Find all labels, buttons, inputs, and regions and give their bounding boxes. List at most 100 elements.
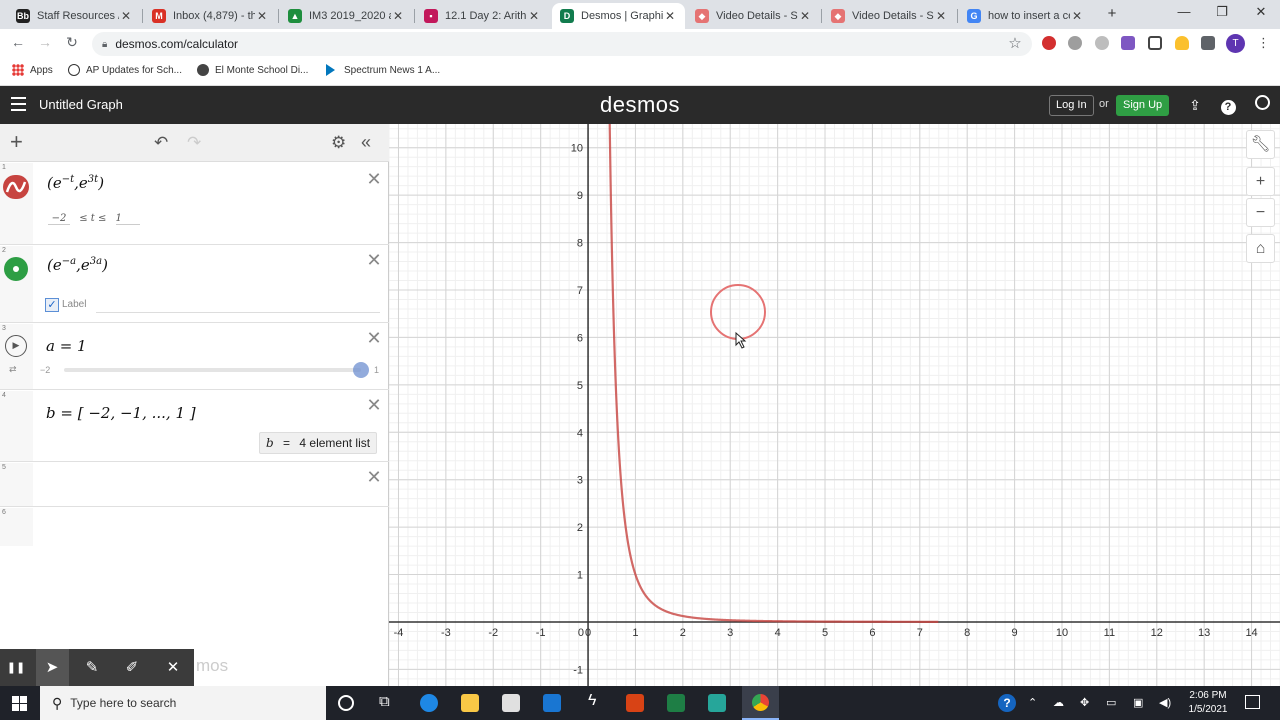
browser-tab[interactable]: Ghow to insert a cel ✕ <box>959 3 1092 29</box>
expression-1-math[interactable]: (e−t,e3t) <box>47 174 104 192</box>
expression-row-2[interactable]: 2 (e−a,e3a) ✓ Label ✕ <box>0 246 389 323</box>
point-style-icon[interactable] <box>4 257 28 281</box>
reload-icon[interactable]: ↻ <box>62 34 82 54</box>
mail-icon[interactable] <box>543 694 561 712</box>
back-icon[interactable]: ← <box>8 34 28 54</box>
bookmark-star-icon[interactable]: ☆ <box>1005 34 1025 54</box>
list-expression[interactable]: b = [ −2, −1, ..., 1 ] <box>46 404 196 422</box>
undo-icon[interactable]: ↶ <box>154 133 168 153</box>
recorder-close-icon[interactable]: ✕ <box>163 658 183 678</box>
address-bar[interactable]: 🔒︎ desmos.com/calculator <box>92 32 1032 56</box>
forward-icon[interactable]: → <box>35 34 55 54</box>
add-item-icon[interactable]: + <box>10 131 23 153</box>
recorder-pause-icon[interactable]: ❚❚ <box>6 658 26 678</box>
expression-row-6[interactable]: 6 <box>0 508 389 546</box>
login-button[interactable]: Log In <box>1049 95 1094 116</box>
new-tab-button[interactable]: + <box>1104 6 1120 22</box>
language-globe-icon[interactable] <box>1252 95 1272 115</box>
recorder-pointer-icon[interactable]: ➤ <box>42 658 62 678</box>
tab-close-icon[interactable]: ✕ <box>255 9 269 23</box>
share-icon[interactable]: ⇪ <box>1185 95 1205 115</box>
window-close-button[interactable]: ✕ <box>1243 4 1279 24</box>
bookmark-ap-updates[interactable]: AP Updates for Sch... <box>68 64 182 76</box>
tray-overflow-icon[interactable]: ⌃ <box>1028 696 1037 709</box>
tab-close-icon[interactable]: ✕ <box>934 9 948 23</box>
delete-expression-3-icon[interactable]: ✕ <box>366 329 382 347</box>
redo-icon[interactable]: ↷ <box>187 133 201 153</box>
zoom-out-icon[interactable]: − <box>1246 198 1275 227</box>
browser-tab[interactable]: ◆ Video Details - Sc ✕ <box>823 3 956 29</box>
help-icon[interactable]: ? <box>1218 95 1238 115</box>
volume-icon[interactable]: ◀) <box>1159 696 1171 709</box>
extension-gray-icon[interactable] <box>1068 36 1082 50</box>
zoom-in-icon[interactable]: + <box>1246 167 1275 196</box>
browser-tab[interactable]: ◆ Video Details - Sc ✕ <box>687 3 820 29</box>
recorder-marker-icon[interactable]: ✐ <box>122 658 142 678</box>
dropbox-icon[interactable]: ✥ <box>1080 696 1089 709</box>
bookmark-el-monte[interactable]: El Monte School Di... <box>197 64 308 76</box>
signup-button[interactable]: Sign Up <box>1116 95 1170 116</box>
expression-row-5[interactable]: 5 ✕ <box>0 463 389 507</box>
onedrive-icon[interactable]: ☁ <box>1053 696 1064 709</box>
slider-thumb[interactable] <box>353 362 369 378</box>
browser-tab[interactable]: Bb Staff Resources / H✕ <box>8 3 141 29</box>
taskbar-search-box[interactable]: ⚲ Type here to search <box>40 686 326 720</box>
file-explorer-icon[interactable] <box>461 694 479 712</box>
bookmark-apps[interactable]: Apps <box>12 64 53 76</box>
slider-direction-icon[interactable]: ⇄ <box>9 364 17 375</box>
graph-paper[interactable]: -4 -3 -2 -1 0 1 2 3 4 5 6 7 8 9 10 11 12 13 14 0 -1 1 2 3 4 5 6 7 8 9… <box>389 124 1280 686</box>
store-icon[interactable] <box>502 694 520 712</box>
screencast-app-icon[interactable] <box>708 694 726 712</box>
browser-tab[interactable]: M Inbox (4,879) - the ✕ <box>144 3 277 29</box>
tab-close-icon[interactable]: ✕ <box>1070 9 1084 23</box>
extension-hand-icon[interactable] <box>1175 36 1189 50</box>
recorder-pen-icon[interactable]: ✎ <box>82 658 102 678</box>
play-slider-icon[interactable]: ▶ <box>5 335 27 357</box>
tab-close-icon[interactable]: ✕ <box>119 9 133 23</box>
tab-close-icon[interactable]: ✕ <box>527 9 541 23</box>
notifications-icon[interactable] <box>1245 695 1260 709</box>
office-icon[interactable] <box>626 694 644 712</box>
minimize-button[interactable]: — <box>1166 4 1202 24</box>
maximize-button[interactable]: ❐ <box>1204 4 1240 24</box>
tab-close-icon[interactable]: ✕ <box>663 9 677 23</box>
tab-close-icon[interactable]: ✕ <box>798 9 812 23</box>
extension-b-icon[interactable] <box>1121 36 1135 50</box>
default-zoom-home-icon[interactable]: ⌂ <box>1246 234 1275 263</box>
expression-2-math[interactable]: (e−a,e3a) <box>47 256 108 274</box>
expression-row-3[interactable]: 3 ▶ ⇄ a = 1 −2 1 ✕ <box>0 324 389 390</box>
extension-grid-icon[interactable] <box>1148 36 1162 50</box>
extension-red-icon[interactable] <box>1042 36 1056 50</box>
battery-icon[interactable]: ▭ <box>1106 696 1116 709</box>
label-checkbox[interactable]: ✓ <box>45 298 59 312</box>
slider-track[interactable] <box>64 368 361 372</box>
browser-tab[interactable]: ▲ IM3 2019_2020 an✕ <box>280 3 413 29</box>
graph-settings-wrench-icon[interactable]: 🔧︎ <box>1246 130 1275 159</box>
slider-min[interactable]: −2 <box>40 365 50 375</box>
windows-start-icon[interactable] <box>12 696 27 711</box>
network-icon[interactable]: ▣ <box>1133 696 1143 709</box>
slider-expression[interactable]: a = 1 <box>46 337 87 355</box>
label-input-line[interactable] <box>96 312 380 313</box>
delete-expression-1-icon[interactable]: ✕ <box>366 170 382 188</box>
extension-circle-icon[interactable] <box>1095 36 1109 50</box>
settings-gear-icon[interactable]: ⚙ <box>331 133 346 153</box>
profile-avatar[interactable]: T <box>1226 34 1245 53</box>
delete-expression-4-icon[interactable]: ✕ <box>366 396 382 414</box>
parametric-curve-icon[interactable] <box>3 175 29 199</box>
delete-expression-5-icon[interactable]: ✕ <box>366 468 382 486</box>
browser-menu-icon[interactable]: ⋮ <box>1257 35 1270 51</box>
cortana-icon[interactable] <box>338 695 354 711</box>
delete-expression-2-icon[interactable]: ✕ <box>366 251 382 269</box>
help-tray-icon[interactable]: ? <box>998 694 1016 712</box>
graph-canvas[interactable]: -4 -3 -2 -1 0 1 2 3 4 5 6 7 8 9 10 11 12 13 140-1123456789… <box>389 124 1280 686</box>
bookmark-spectrum[interactable]: Spectrum News 1 A... <box>326 64 440 76</box>
excel-icon[interactable] <box>667 694 685 712</box>
expression-row-4[interactable]: 4 b = [ −2, −1, ..., 1 ] b = 4 element l… <box>0 391 389 462</box>
expression-row-1[interactable]: 1 (e−t,e3t) −2 ≤ t ≤ 1 ✕ <box>0 163 389 245</box>
collapse-panel-icon[interactable]: « <box>361 132 371 153</box>
browser-tab[interactable]: ▪ 12.1 Day 2: Arithm ✕ <box>416 3 549 29</box>
tab-close-icon[interactable]: ✕ <box>391 9 405 23</box>
chrome-taskbar-active[interactable] <box>742 686 779 720</box>
task-view-icon[interactable]: ⧉ <box>379 693 390 710</box>
